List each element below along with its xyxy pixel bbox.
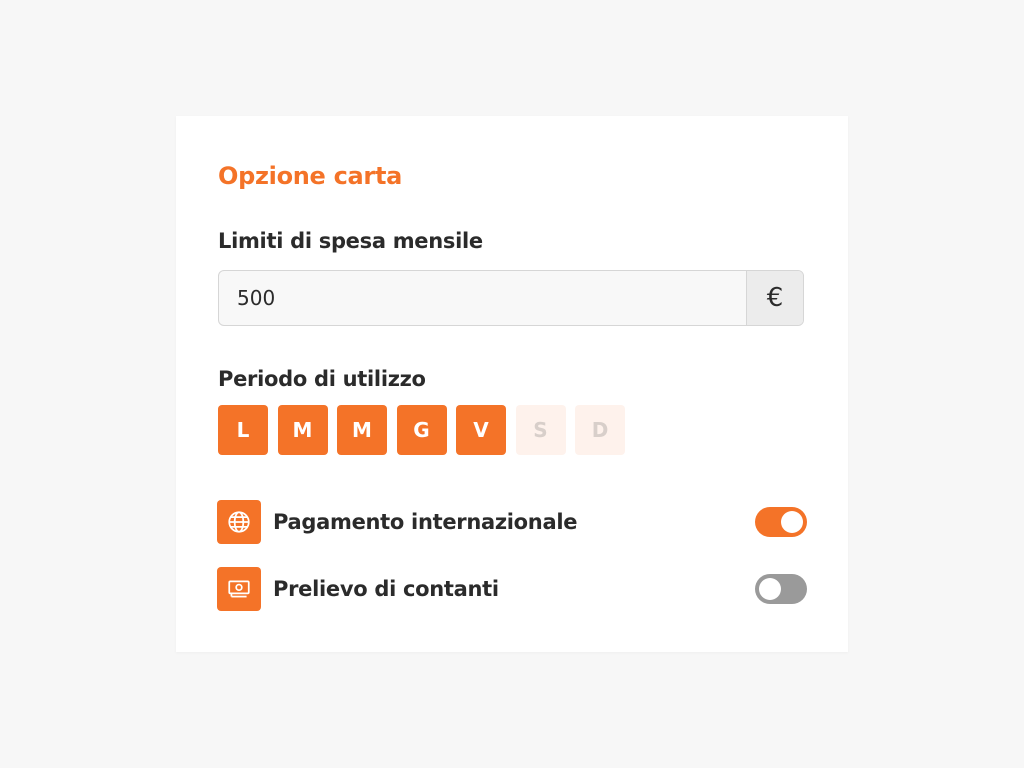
cash-withdrawal-row: Prelievo di contanti bbox=[217, 567, 807, 611]
panel-title: Opzione carta bbox=[218, 162, 403, 190]
day-wednesday-button[interactable]: M bbox=[337, 405, 387, 455]
spending-limit-label: Limiti di spesa mensile bbox=[218, 229, 483, 253]
day-tuesday-button[interactable]: M bbox=[277, 405, 328, 455]
cash-withdrawal-label: Prelievo di contanti bbox=[273, 577, 499, 601]
globe-icon bbox=[217, 500, 261, 544]
cash-withdrawal-toggle[interactable] bbox=[755, 574, 807, 604]
day-monday-button[interactable]: L bbox=[218, 405, 268, 455]
spending-limit-input[interactable] bbox=[219, 271, 746, 325]
card-options-panel: Opzione carta Limiti di spesa mensile € … bbox=[176, 116, 848, 652]
usage-period-label: Periodo di utilizzo bbox=[218, 367, 426, 391]
cash-icon bbox=[217, 567, 261, 611]
international-payment-label: Pagamento internazionale bbox=[273, 510, 578, 534]
day-thursday-button[interactable]: G bbox=[396, 405, 447, 455]
weekday-selector: L M M G V S D bbox=[218, 405, 635, 455]
euro-icon: € bbox=[746, 271, 803, 325]
toggle-knob bbox=[781, 511, 803, 533]
spending-limit-group: € bbox=[218, 270, 804, 326]
day-friday-button[interactable]: V bbox=[456, 405, 506, 455]
day-sunday-button[interactable]: D bbox=[575, 405, 625, 455]
toggle-knob bbox=[759, 578, 781, 600]
day-saturday-button[interactable]: S bbox=[515, 405, 566, 455]
international-payment-toggle[interactable] bbox=[755, 507, 807, 537]
international-payment-row: Pagamento internazionale bbox=[217, 500, 807, 544]
